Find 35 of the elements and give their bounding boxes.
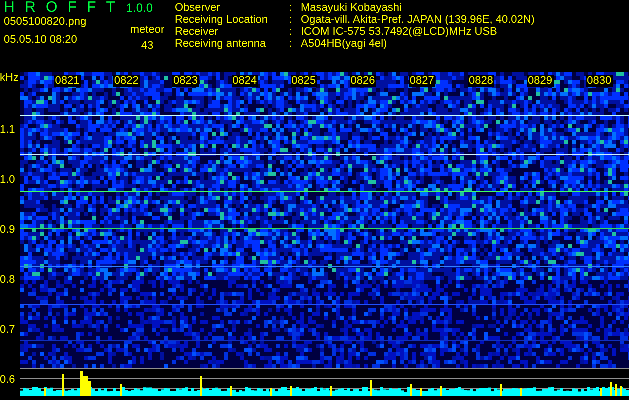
time-label: 0826 bbox=[350, 75, 376, 87]
info-label: Receiving Location bbox=[175, 14, 269, 26]
time-label: 0830 bbox=[586, 75, 613, 87]
date-time: 05.05.10 08:20 bbox=[4, 34, 78, 46]
info-value: Ogata-vill. Akita-Pref. JAPAN (139.96E, 40.02N) bbox=[301, 14, 535, 26]
time-label: 0827 bbox=[408, 75, 436, 87]
file-name: 0505100820.png bbox=[4, 16, 88, 28]
frequency-label: 0.8 bbox=[0, 274, 16, 286]
info-label: Observer bbox=[175, 2, 222, 14]
frequency-label: 1.1 bbox=[0, 124, 16, 136]
info-value: Masayuki Kobayashi bbox=[301, 2, 402, 14]
time-label: 0823 bbox=[172, 75, 199, 87]
info-colon: : bbox=[289, 38, 294, 50]
frequency-label: 0.9 bbox=[0, 224, 16, 236]
frequency-label: 0.6 bbox=[0, 374, 16, 386]
info-value: ICOM IC-575 53.7492(@LCD)MHz USB bbox=[301, 26, 498, 38]
time-label: 0824 bbox=[232, 75, 258, 87]
time-label: 0829 bbox=[527, 75, 554, 87]
frequency-label: 1.0 bbox=[0, 174, 16, 186]
axis-unit: kHz bbox=[0, 72, 19, 84]
time-label: 0822 bbox=[113, 75, 140, 87]
frequency-label: 0.7 bbox=[0, 324, 16, 336]
info-colon: : bbox=[289, 14, 294, 26]
app-version: 1.0.0 bbox=[126, 2, 154, 14]
counter-label: meteor bbox=[130, 24, 165, 36]
info-colon: : bbox=[289, 2, 294, 14]
time-label: 0828 bbox=[468, 75, 494, 87]
counter-value: 43 bbox=[141, 40, 154, 52]
time-label: 0825 bbox=[290, 75, 318, 87]
info-value: A504HB(yagi 4el) bbox=[301, 38, 388, 50]
info-label: Receiver bbox=[175, 26, 220, 38]
info-colon: : bbox=[289, 26, 294, 38]
app-title: H R O F F T bbox=[4, 2, 118, 14]
time-label: 0821 bbox=[54, 75, 81, 87]
info-label: Receiving antenna bbox=[175, 38, 268, 50]
